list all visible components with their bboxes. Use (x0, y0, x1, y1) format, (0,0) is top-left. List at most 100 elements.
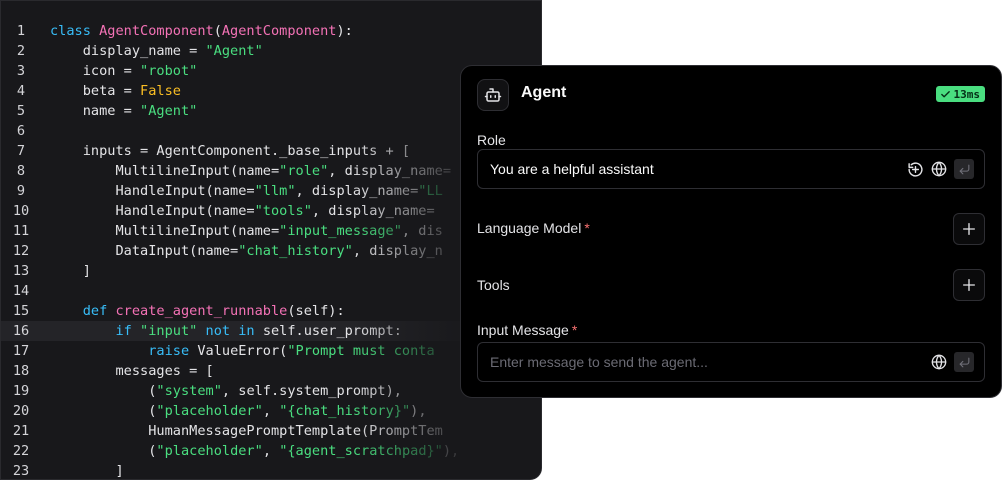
variable-icon[interactable] (906, 160, 924, 178)
line-number: 1 (16, 23, 26, 39)
add-language-model-button[interactable] (953, 213, 985, 245)
line-number: 7 (16, 143, 26, 159)
line-source: MultilineInput(name="input_message", dis (50, 221, 442, 241)
line-source: icon = "robot" (50, 61, 198, 81)
line-source: messages = [ (50, 361, 213, 381)
plus-icon (963, 223, 975, 235)
line-number: 20 (12, 403, 30, 419)
code-token: AgentComponent (99, 23, 214, 39)
role-field-value: You are a helpful assistant (490, 161, 654, 177)
line-number: 3 (16, 63, 26, 79)
code-token: "{agent_scratchpad}" (279, 443, 443, 459)
code-token: ] (50, 463, 124, 479)
enter-icon[interactable] (954, 352, 974, 372)
panel-title: Agent (521, 84, 567, 101)
line-number: 8 (16, 163, 26, 179)
line-source: HumanMessagePromptTemplate(PromptTem (50, 421, 443, 441)
required-marker: * (571, 322, 578, 338)
code-token: ), (410, 403, 427, 419)
code-token: ): (336, 23, 353, 39)
code-token: HumanMessagePromptTemplate(PromptTem (50, 423, 443, 439)
tools-label: Tools (477, 277, 510, 293)
line-source: if "input" not in self.user_prompt: (50, 321, 401, 341)
code-token: MultilineInput(name= (50, 163, 280, 179)
line-source: DataInput(name="chat_history", display_n (50, 241, 443, 261)
line-source: inputs = AgentComponent._base_inputs + [ (50, 141, 410, 161)
line-number: 23 (12, 463, 30, 479)
code-token: "role" (279, 163, 329, 179)
code-token: False (140, 83, 181, 99)
code-token: "llm" (254, 183, 296, 199)
code-token: "Agent" (205, 43, 263, 59)
code-token: , display_name= (328, 163, 452, 179)
code-token: create_agent_runnable (115, 303, 288, 319)
globe-icon[interactable] (930, 160, 948, 178)
plus-icon (963, 279, 975, 291)
globe-icon[interactable] (930, 353, 948, 371)
input-message-field[interactable]: Enter message to send the agent... (477, 342, 985, 382)
code-line[interactable]: 2 display_name = "Agent" (1, 41, 541, 61)
line-number: 18 (12, 363, 30, 379)
input-message-label: Input Message * (477, 322, 578, 338)
code-token: "Agent" (140, 103, 198, 119)
code-line[interactable]: 22 ("placeholder", "{agent_scratchpad}")… (1, 441, 541, 461)
check-icon (940, 90, 950, 97)
line-number: 21 (12, 423, 30, 439)
add-tools-button[interactable] (953, 269, 985, 301)
code-token: "system" (156, 383, 222, 399)
code-token: class (50, 23, 100, 39)
code-token: "input_message" (279, 223, 402, 239)
code-token: , display_n (352, 243, 443, 259)
role-field[interactable]: You are a helpful assistant (477, 149, 985, 189)
line-source: ("placeholder", "{agent_scratchpad}"), (50, 441, 459, 461)
code-token: ( (213, 23, 222, 39)
code-token: "tools" (254, 203, 312, 219)
code-token: ValueError( (197, 343, 288, 359)
code-token: ( (50, 403, 157, 419)
code-token: , (262, 443, 280, 459)
line-number: 10 (12, 203, 30, 219)
enter-icon[interactable] (954, 159, 974, 179)
code-token: AgentComponent (221, 23, 337, 39)
run-time-value: 13ms (953, 87, 981, 101)
line-number: 13 (12, 263, 30, 279)
line-source: ] (50, 461, 124, 479)
code-token: inputs = AgentComponent._base_inputs + [ (50, 143, 411, 159)
code-token: icon = (50, 63, 141, 79)
code-token: HandleInput(name= (50, 203, 255, 219)
line-source: def create_agent_runnable(self): (50, 301, 345, 321)
line-source: ("placeholder", "{chat_history}"), (50, 401, 427, 421)
code-token: "robot" (140, 63, 198, 79)
agent-panel: Agent 13ms Role You are a helpful assist… (460, 65, 1002, 398)
code-token: MultilineInput(name= (50, 223, 280, 239)
code-line[interactable]: 23 ] (1, 461, 541, 479)
language-model-label: Language Model * (477, 220, 590, 236)
code-token: , display_name= (311, 203, 435, 219)
robot-icon (477, 79, 509, 111)
code-line[interactable]: 20 ("placeholder", "{chat_history}"), (1, 401, 541, 421)
code-line[interactable]: 21 HumanMessagePromptTemplate(PromptTem (1, 421, 541, 441)
code-token: , display_name= (295, 183, 419, 199)
input-message-placeholder: Enter message to send the agent... (490, 354, 708, 370)
line-number: 2 (16, 43, 26, 59)
code-token: "{chat_history}" (279, 403, 411, 419)
line-number: 17 (12, 343, 30, 359)
line-number: 4 (16, 83, 26, 99)
code-token: not in (205, 323, 263, 339)
required-marker: * (584, 220, 590, 236)
code-token: "chat_history" (238, 243, 353, 259)
line-number: 5 (16, 103, 26, 119)
code-token: "placeholder" (156, 403, 263, 419)
code-token: ( (50, 443, 157, 459)
line-source: HandleInput(name="tools", display_name= (50, 201, 435, 221)
code-token: "input" (140, 323, 206, 339)
line-number: 14 (12, 283, 30, 299)
code-line[interactable]: 1 class AgentComponent(AgentComponent): (1, 21, 541, 41)
line-number: 16 (12, 323, 30, 339)
line-source: HandleInput(name="llm", display_name="LL (50, 181, 442, 201)
run-time-badge: 13ms (935, 86, 985, 102)
line-source: class AgentComponent(AgentComponent): (50, 21, 353, 41)
line-number: 9 (16, 183, 26, 199)
code-token: ] (50, 263, 91, 279)
line-number: 22 (12, 443, 30, 459)
